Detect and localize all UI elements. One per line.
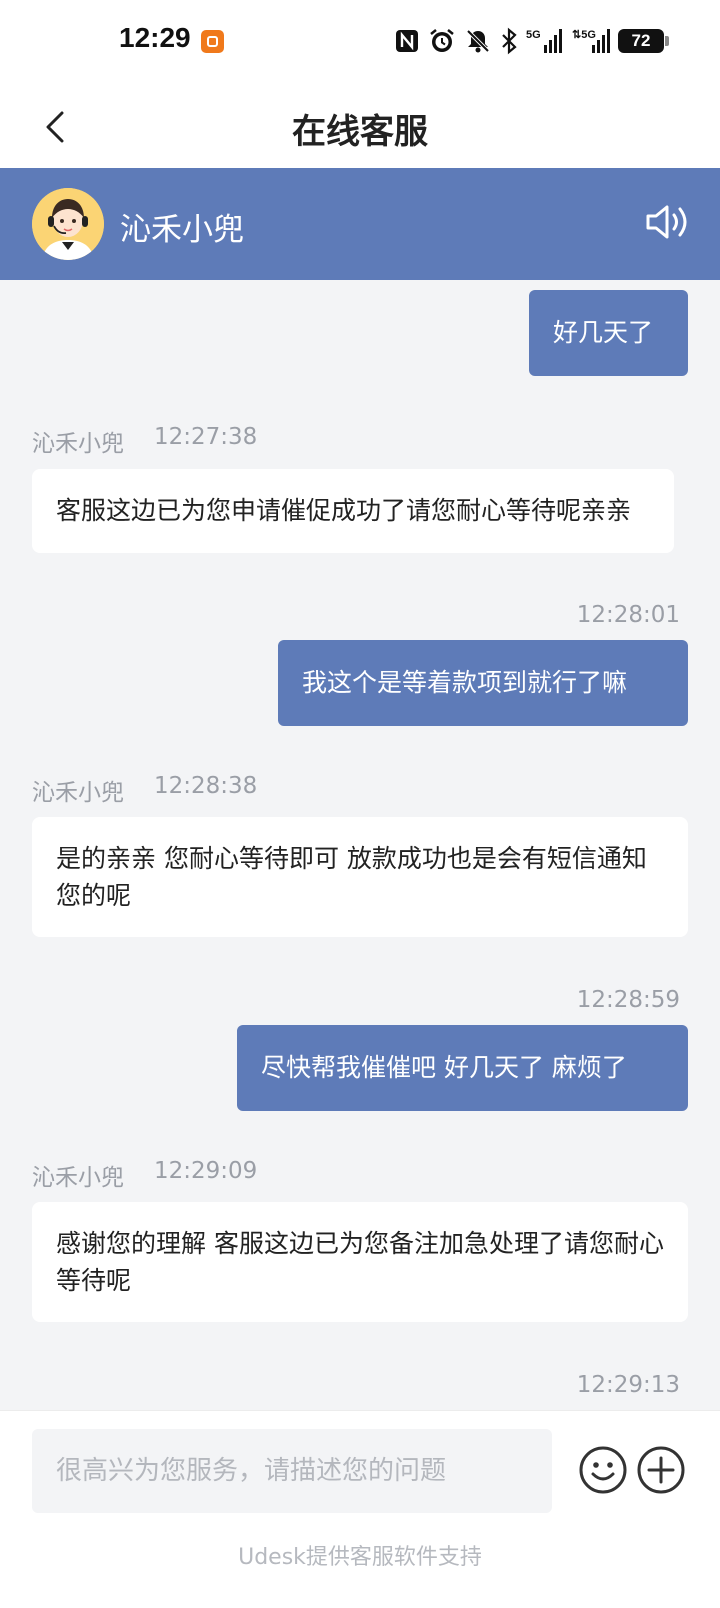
message-sender: 沁禾小兜 (32, 1165, 124, 1191)
message-bubble-incoming: 是的亲亲 您耐心等待即可 放款成功也是会有短信通知您的呢 (32, 817, 688, 937)
nav-bar: 在线客服 (0, 84, 720, 168)
message-time: 12:28:38 (154, 773, 258, 799)
plus-icon (637, 1446, 685, 1494)
svg-text:⇅5G: ⇅5G (572, 29, 596, 41)
signal-5g-icon: 5G (526, 29, 562, 53)
app-notification-icon (201, 30, 224, 53)
message-time: 12:28:01 (576, 602, 680, 628)
speaker-icon (646, 205, 687, 239)
message-bubble-outgoing: 尽快帮我催催吧 好几天了 麻烦了 (237, 1025, 688, 1111)
message-bubble-outgoing: 好几天了 (529, 290, 688, 376)
smiley-icon (579, 1446, 627, 1494)
status-bar: 12:29 5G ⇅5G 72 (0, 0, 720, 84)
status-time: 12:29 (119, 22, 191, 53)
alarm-icon (430, 29, 454, 52)
avatar (32, 188, 104, 260)
mute-icon (466, 29, 490, 53)
message-bubble-outgoing: 我这个是等着款项到就行了嘛 (278, 640, 688, 726)
message-bubble-incoming: 感谢您的理解 客服这边已为您备注加急处理了请您耐心等待呢 (32, 1202, 688, 1322)
agent-header: 沁禾小兜 (0, 168, 720, 280)
emoji-button[interactable] (578, 1445, 628, 1499)
powered-by-note: Udesk提供客服软件支持 (238, 1545, 482, 1570)
signal-5g-icon: ⇅5G (572, 29, 610, 53)
agent-name: 沁禾小兜 (120, 212, 244, 248)
message-sender: 沁禾小兜 (32, 780, 124, 806)
message-bubble-incoming: 客服这边已为您申请催促成功了请您耐心等待呢亲亲 (32, 469, 674, 553)
status-icons: 5G ⇅5G 72 (394, 24, 669, 58)
message-time: 12:29:09 (154, 1158, 258, 1184)
message-sender: 沁禾小兜 (32, 431, 124, 457)
message-input[interactable] (32, 1429, 552, 1513)
agent-avatar-icon (32, 188, 104, 260)
more-button[interactable] (636, 1445, 686, 1499)
svg-text:5G: 5G (526, 29, 541, 41)
nfc-icon (396, 30, 418, 52)
battery-indicator: 72 (618, 29, 669, 53)
message-time: 12:29:13 (576, 1372, 680, 1398)
message-time: 12:28:59 (576, 987, 680, 1013)
speaker-toggle[interactable] (644, 202, 690, 246)
page-title: 在线客服 (292, 112, 428, 152)
message-time: 12:27:38 (154, 424, 258, 450)
chat-area[interactable]: 好几天了 沁禾小兜 12:27:38 客服这边已为您申请催促成功了请您耐心等待呢… (0, 280, 720, 1410)
bluetooth-icon (502, 27, 517, 55)
input-bar: Udesk提供客服软件支持 (0, 1410, 720, 1608)
